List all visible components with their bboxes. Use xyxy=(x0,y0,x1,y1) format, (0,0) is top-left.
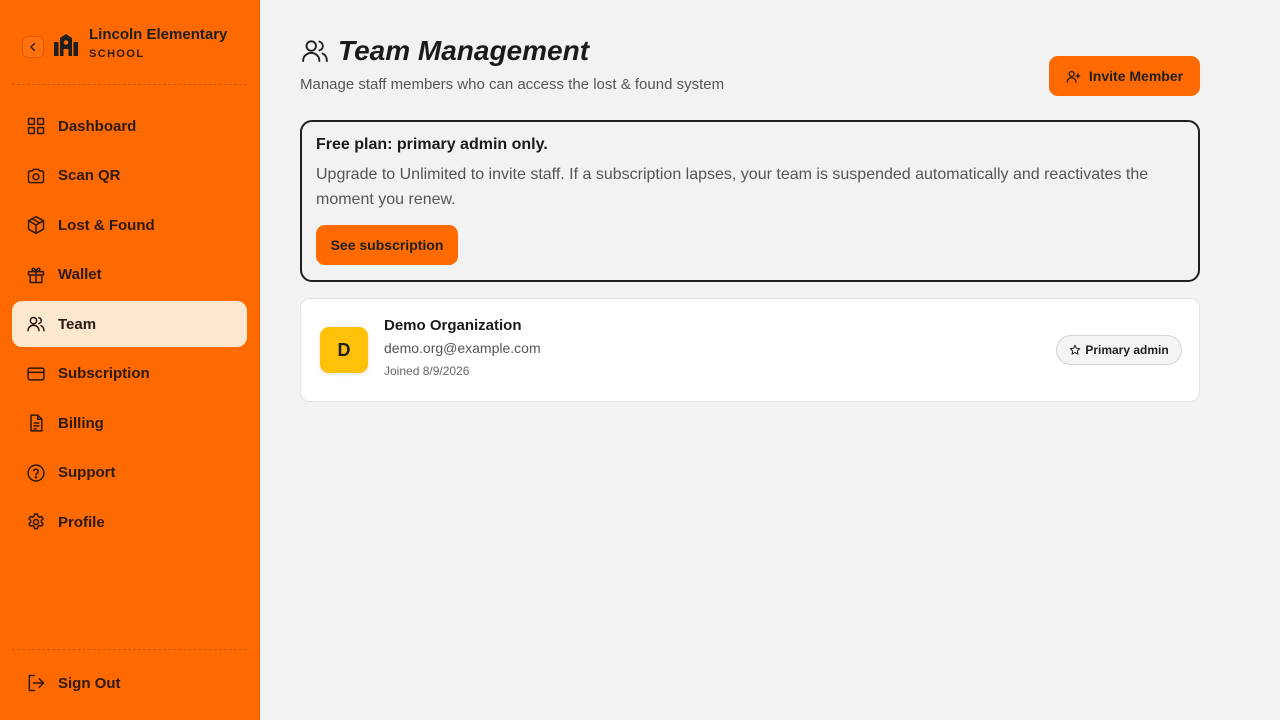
user-plus-icon xyxy=(1066,70,1081,83)
plan-notice-description: Upgrade to Unlimited to invite staff. If… xyxy=(316,166,1149,208)
sidebar-item-profile[interactable]: Profile xyxy=(12,499,247,545)
sidebar-item-label: Subscription xyxy=(58,365,150,382)
sidebar-item-dashboard[interactable]: Dashboard xyxy=(12,103,247,149)
member-email: demo.org@example.com xyxy=(384,340,541,356)
sidebar: Lincoln Elementary SCHOOL Dashboard Scan… xyxy=(0,0,260,720)
sidebar-item-label: Scan QR xyxy=(58,167,121,184)
chevron-left-icon xyxy=(30,42,36,52)
sidebar-item-label: Dashboard xyxy=(58,117,137,135)
document-icon xyxy=(30,414,43,432)
role-label: Primary admin xyxy=(1085,343,1169,357)
member-name: Demo Organization xyxy=(384,317,522,334)
page-subtitle: Manage staff members who can access the … xyxy=(300,76,725,93)
org-text: Lincoln Elementary SCHOOL xyxy=(89,24,235,60)
sign-out-label: Sign Out xyxy=(58,674,121,692)
avatar: D xyxy=(320,327,368,373)
invite-member-label: Invite Member xyxy=(1088,68,1184,84)
sidebar-divider xyxy=(12,84,247,85)
users-icon xyxy=(27,316,45,332)
camera-icon xyxy=(27,168,45,183)
sidebar-item-wallet[interactable]: Wallet xyxy=(12,252,247,298)
sidebar-item-scan-qr[interactable]: Scan QR xyxy=(12,153,247,199)
sidebar-item-support[interactable]: Support xyxy=(12,450,247,496)
school-icon xyxy=(54,34,78,56)
org-type: SCHOOL xyxy=(89,48,145,60)
credit-card-icon xyxy=(27,366,45,381)
sidebar-item-lost-found[interactable]: Lost & Found xyxy=(12,202,247,248)
gear-icon xyxy=(28,513,44,530)
box-icon xyxy=(27,215,45,235)
role-badge: Primary admin xyxy=(1056,335,1182,365)
main-content: Team Management Manage staff members who… xyxy=(260,0,1280,720)
org-name: Lincoln Elementary xyxy=(89,26,228,43)
sidebar-item-label: Profile xyxy=(58,513,105,531)
title-row: Team Management xyxy=(300,32,724,70)
sidebar-item-label: Billing xyxy=(58,414,104,432)
member-info: Demo Organization demo.org@example.com J… xyxy=(384,316,541,378)
invite-member-button[interactable]: Invite Member xyxy=(1049,56,1200,96)
sidebar-item-subscription[interactable]: Subscription xyxy=(12,351,247,397)
log-out-icon xyxy=(28,674,45,692)
see-subscription-button[interactable]: See subscription xyxy=(316,225,458,265)
member-card: D Demo Organization demo.org@example.com… xyxy=(300,298,1200,402)
sidebar-item-billing[interactable]: Billing xyxy=(12,400,247,446)
sidebar-nav: Dashboard Scan QR Lost & Found Wallet Te… xyxy=(12,103,247,549)
sidebar-item-label: Wallet xyxy=(58,266,102,283)
sidebar-item-team[interactable]: Team xyxy=(12,301,247,347)
help-circle-icon xyxy=(27,463,45,482)
sidebar-item-label: Lost & Found xyxy=(58,216,155,234)
sidebar-item-label: Team xyxy=(58,315,97,333)
star-icon xyxy=(1070,344,1081,355)
sign-out-button[interactable]: Sign Out xyxy=(12,660,247,706)
sidebar-divider xyxy=(12,649,247,650)
plan-notice-title: Free plan: primary admin only. xyxy=(316,136,548,153)
grid-icon xyxy=(27,117,45,135)
sidebar-item-label: Support xyxy=(58,464,116,481)
page-title: Team Management xyxy=(338,35,590,66)
gift-icon xyxy=(27,267,45,283)
org-brand: Lincoln Elementary SCHOOL xyxy=(22,24,242,68)
page-header: Team Management Manage staff members who… xyxy=(300,32,724,93)
member-joined-date: Joined 8/9/2026 xyxy=(384,364,470,378)
users-icon xyxy=(302,40,328,62)
plan-notice-card: Free plan: primary admin only. Upgrade t… xyxy=(300,120,1200,282)
collapse-sidebar-button[interactable] xyxy=(22,36,44,58)
